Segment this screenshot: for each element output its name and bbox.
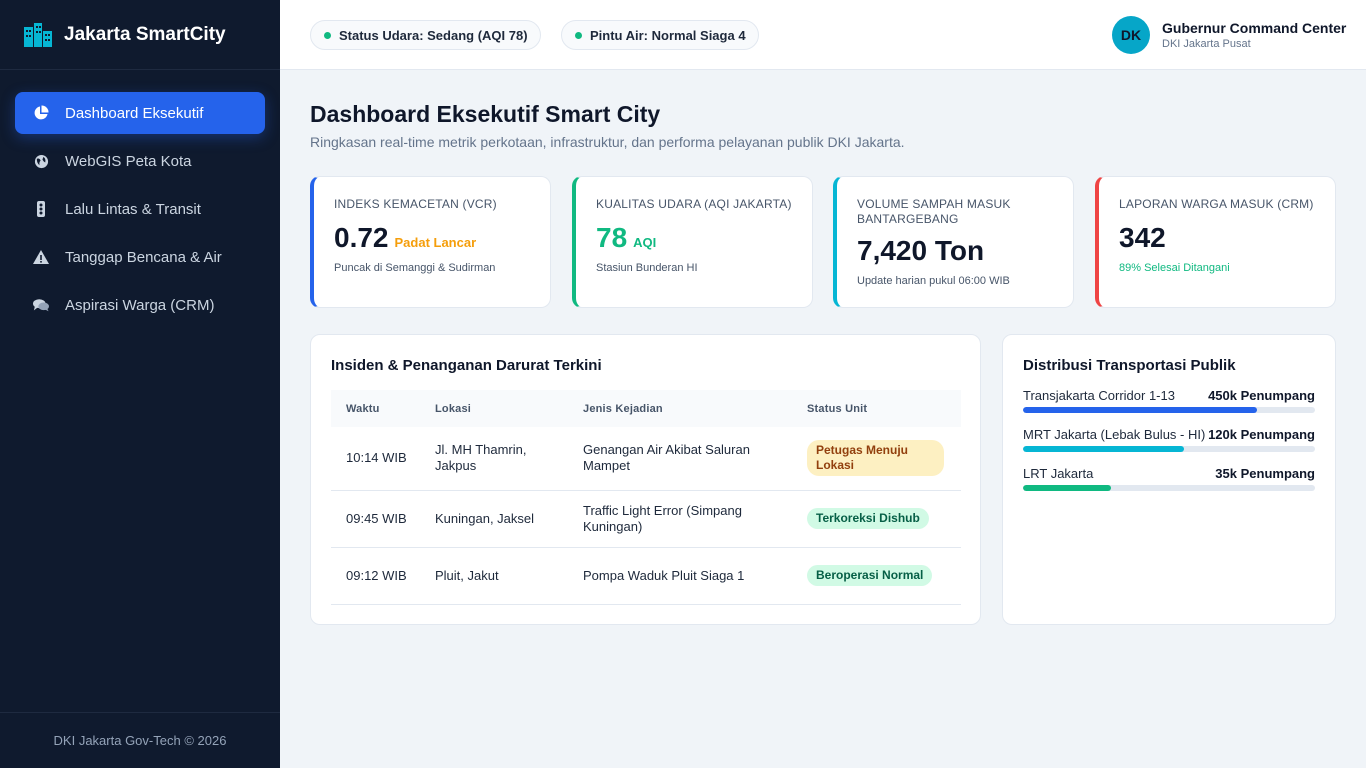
sidebar-item-traffic[interactable]: Lalu Lintas & Transit	[15, 188, 265, 230]
incident-type: Pompa Waduk Pluit Siaga 1	[568, 547, 792, 605]
sidebar-item-label: Tanggap Bencana & Air	[65, 248, 222, 266]
kpi-footnote: Stasiun Bunderan HI	[596, 262, 698, 274]
kpi-label: Laporan Warga Masuk (CRM)	[1119, 197, 1314, 211]
brand[interactable]: Jakarta SmartCity	[0, 0, 280, 70]
kpi-value: 7,420 Ton	[857, 235, 985, 266]
kpi-card-congestion: Indeks Kemacetan (VCR) 0.72 Padat Lancar…	[310, 176, 551, 308]
app-title: Jakarta SmartCity	[64, 23, 226, 45]
page-subtitle: Ringkasan real-time metrik perkotaan, in…	[310, 134, 905, 150]
transport-item: MRT Jakarta (Lebak Bulus - HI) 120k Penu…	[1023, 427, 1315, 452]
incident-time: 09:45 WIB	[331, 490, 420, 548]
status-dot-icon	[324, 31, 331, 39]
incident-location: Pluit, Jakut	[420, 547, 568, 605]
transport-name: LRT Jakarta	[1023, 466, 1094, 481]
transport-value: 120k Penumpang	[1208, 427, 1315, 442]
transport-value: 450k Penumpang	[1208, 388, 1315, 403]
water-gate-status-pill[interactable]: Pintu Air: Normal Siaga 4	[561, 20, 759, 50]
incidents-card: Insiden & Penanganan Darurat Terkini Wak…	[310, 334, 981, 625]
page-title: Dashboard Eksekutif Smart City	[310, 101, 661, 127]
kpi-unit: Padat Lancar	[394, 235, 477, 250]
status-badge: Beroperasi Normal	[807, 565, 933, 586]
air-quality-status-pill[interactable]: Status Udara: Sedang (AQI 78)	[310, 20, 541, 50]
sidebar-item-crm[interactable]: Aspirasi Warga (CRM)	[15, 284, 265, 326]
incidents-table: Waktu Lokasi Jenis Kejadian Status Unit …	[331, 390, 961, 605]
incidents-title: Insiden & Penanganan Darurat Terkini	[331, 357, 602, 374]
transport-card: Distribusi Transportasi Publik Transjaka…	[1002, 334, 1336, 625]
incident-location: Kuningan, Jaksel	[420, 490, 568, 548]
incident-time: 09:12 WIB	[331, 547, 420, 605]
progress-fill	[1023, 407, 1257, 413]
kpi-label: Kualitas Udara (AQI Jakarta)	[596, 197, 792, 211]
progress-track	[1023, 407, 1315, 413]
avatar[interactable]: DK	[1112, 16, 1150, 54]
sidebar-footer: DKI Jakarta Gov-Tech © 2026	[0, 712, 280, 768]
incident-location: Jl. MH Thamrin, Jakpus	[420, 427, 568, 491]
kpi-value: 78	[596, 222, 628, 253]
sidebar-item-label: Aspirasi Warga (CRM)	[65, 296, 215, 314]
kpi-value: 0.72	[334, 222, 389, 253]
kpi-card-air-quality: Kualitas Udara (AQI Jakarta) 78 AQI Stas…	[572, 176, 813, 308]
progress-fill	[1023, 446, 1184, 452]
column-header-status: Status Unit	[807, 402, 868, 415]
sidebar-item-webgis[interactable]: WebGIS Peta Kota	[15, 140, 265, 182]
sidebar-item-label: WebGIS Peta Kota	[65, 152, 192, 170]
globe-icon	[33, 153, 49, 169]
status-badge: Petugas Menuju Lokasi	[807, 440, 944, 477]
progress-fill	[1023, 485, 1111, 491]
kpi-value: 342	[1119, 222, 1166, 253]
progress-track	[1023, 485, 1315, 491]
pie-chart-icon	[33, 105, 49, 121]
transport-list: Transjakarta Corridor 1-13 450k Penumpan…	[1023, 388, 1315, 491]
sidebar-item-label: Lalu Lintas & Transit	[65, 200, 201, 218]
water-gate-status-text: Pintu Air: Normal Siaga 4	[590, 27, 746, 43]
column-header-time: Waktu	[346, 402, 380, 415]
user-name: Gubernur Command Center	[1162, 20, 1347, 36]
user-subtitle: DKI Jakarta Pusat	[1162, 38, 1251, 50]
sidebar: Jakarta SmartCity Dashboard Eksekutif We…	[0, 0, 280, 768]
transport-name: Transjakarta Corridor 1-13	[1023, 388, 1175, 403]
transport-value: 35k Penumpang	[1215, 466, 1315, 481]
transport-item: LRT Jakarta 35k Penumpang	[1023, 466, 1315, 491]
sidebar-item-label: Dashboard Eksekutif	[65, 104, 204, 122]
sidebar-nav: Dashboard Eksekutif WebGIS Peta Kota Lal…	[0, 70, 280, 326]
table-header-row: Waktu Lokasi Jenis Kejadian Status Unit	[331, 390, 961, 427]
kpi-card-citizen-reports: Laporan Warga Masuk (CRM) 342 89% Selesa…	[1095, 176, 1336, 308]
kpi-footnote: 89% Selesai Ditangani	[1119, 262, 1230, 274]
column-header-location: Lokasi	[435, 402, 472, 415]
kpi-label: Indeks Kemacetan (VCR)	[334, 197, 497, 211]
table-row[interactable]: 10:14 WIB Jl. MH Thamrin, Jakpus Genanga…	[331, 427, 961, 491]
transport-item: Transjakarta Corridor 1-13 450k Penumpan…	[1023, 388, 1315, 413]
kpi-card-waste-volume: Volume Sampah Masuk Bantargebang 7,420 T…	[833, 176, 1074, 308]
status-badge: Terkoreksi Dishub	[807, 508, 929, 529]
kpi-footnote: Update harian pukul 06:00 WIB	[857, 275, 1010, 287]
city-buildings-icon	[24, 22, 52, 47]
table-row[interactable]: 09:12 WIB Pluit, Jakut Pompa Waduk Pluit…	[331, 547, 961, 605]
column-header-type: Jenis Kejadian	[583, 402, 663, 415]
warning-icon	[33, 249, 49, 265]
kpi-unit: AQI	[633, 235, 657, 250]
chat-bubbles-icon	[33, 297, 49, 313]
kpi-label: Volume Sampah Masuk Bantargebang	[857, 197, 1011, 226]
topbar: Status Udara: Sedang (AQI 78) Pintu Air:…	[280, 0, 1366, 70]
progress-track	[1023, 446, 1315, 452]
incident-type: Genangan Air Akibat Saluran Mampet	[568, 427, 792, 491]
incident-type: Traffic Light Error (Simpang Kuningan)	[568, 490, 792, 548]
transport-name: MRT Jakarta (Lebak Bulus - HI)	[1023, 427, 1206, 442]
sidebar-item-disaster[interactable]: Tanggap Bencana & Air	[15, 236, 265, 278]
air-quality-status-text: Status Udara: Sedang (AQI 78)	[339, 27, 528, 43]
transport-title: Distribusi Transportasi Publik	[1023, 357, 1236, 374]
table-row[interactable]: 09:45 WIB Kuningan, Jaksel Traffic Light…	[331, 490, 961, 548]
kpi-footnote: Puncak di Semanggi & Sudirman	[334, 262, 496, 274]
sidebar-item-dashboard[interactable]: Dashboard Eksekutif	[15, 92, 265, 134]
incident-time: 10:14 WIB	[331, 427, 420, 491]
status-dot-icon	[575, 31, 582, 39]
traffic-light-icon	[33, 201, 49, 217]
